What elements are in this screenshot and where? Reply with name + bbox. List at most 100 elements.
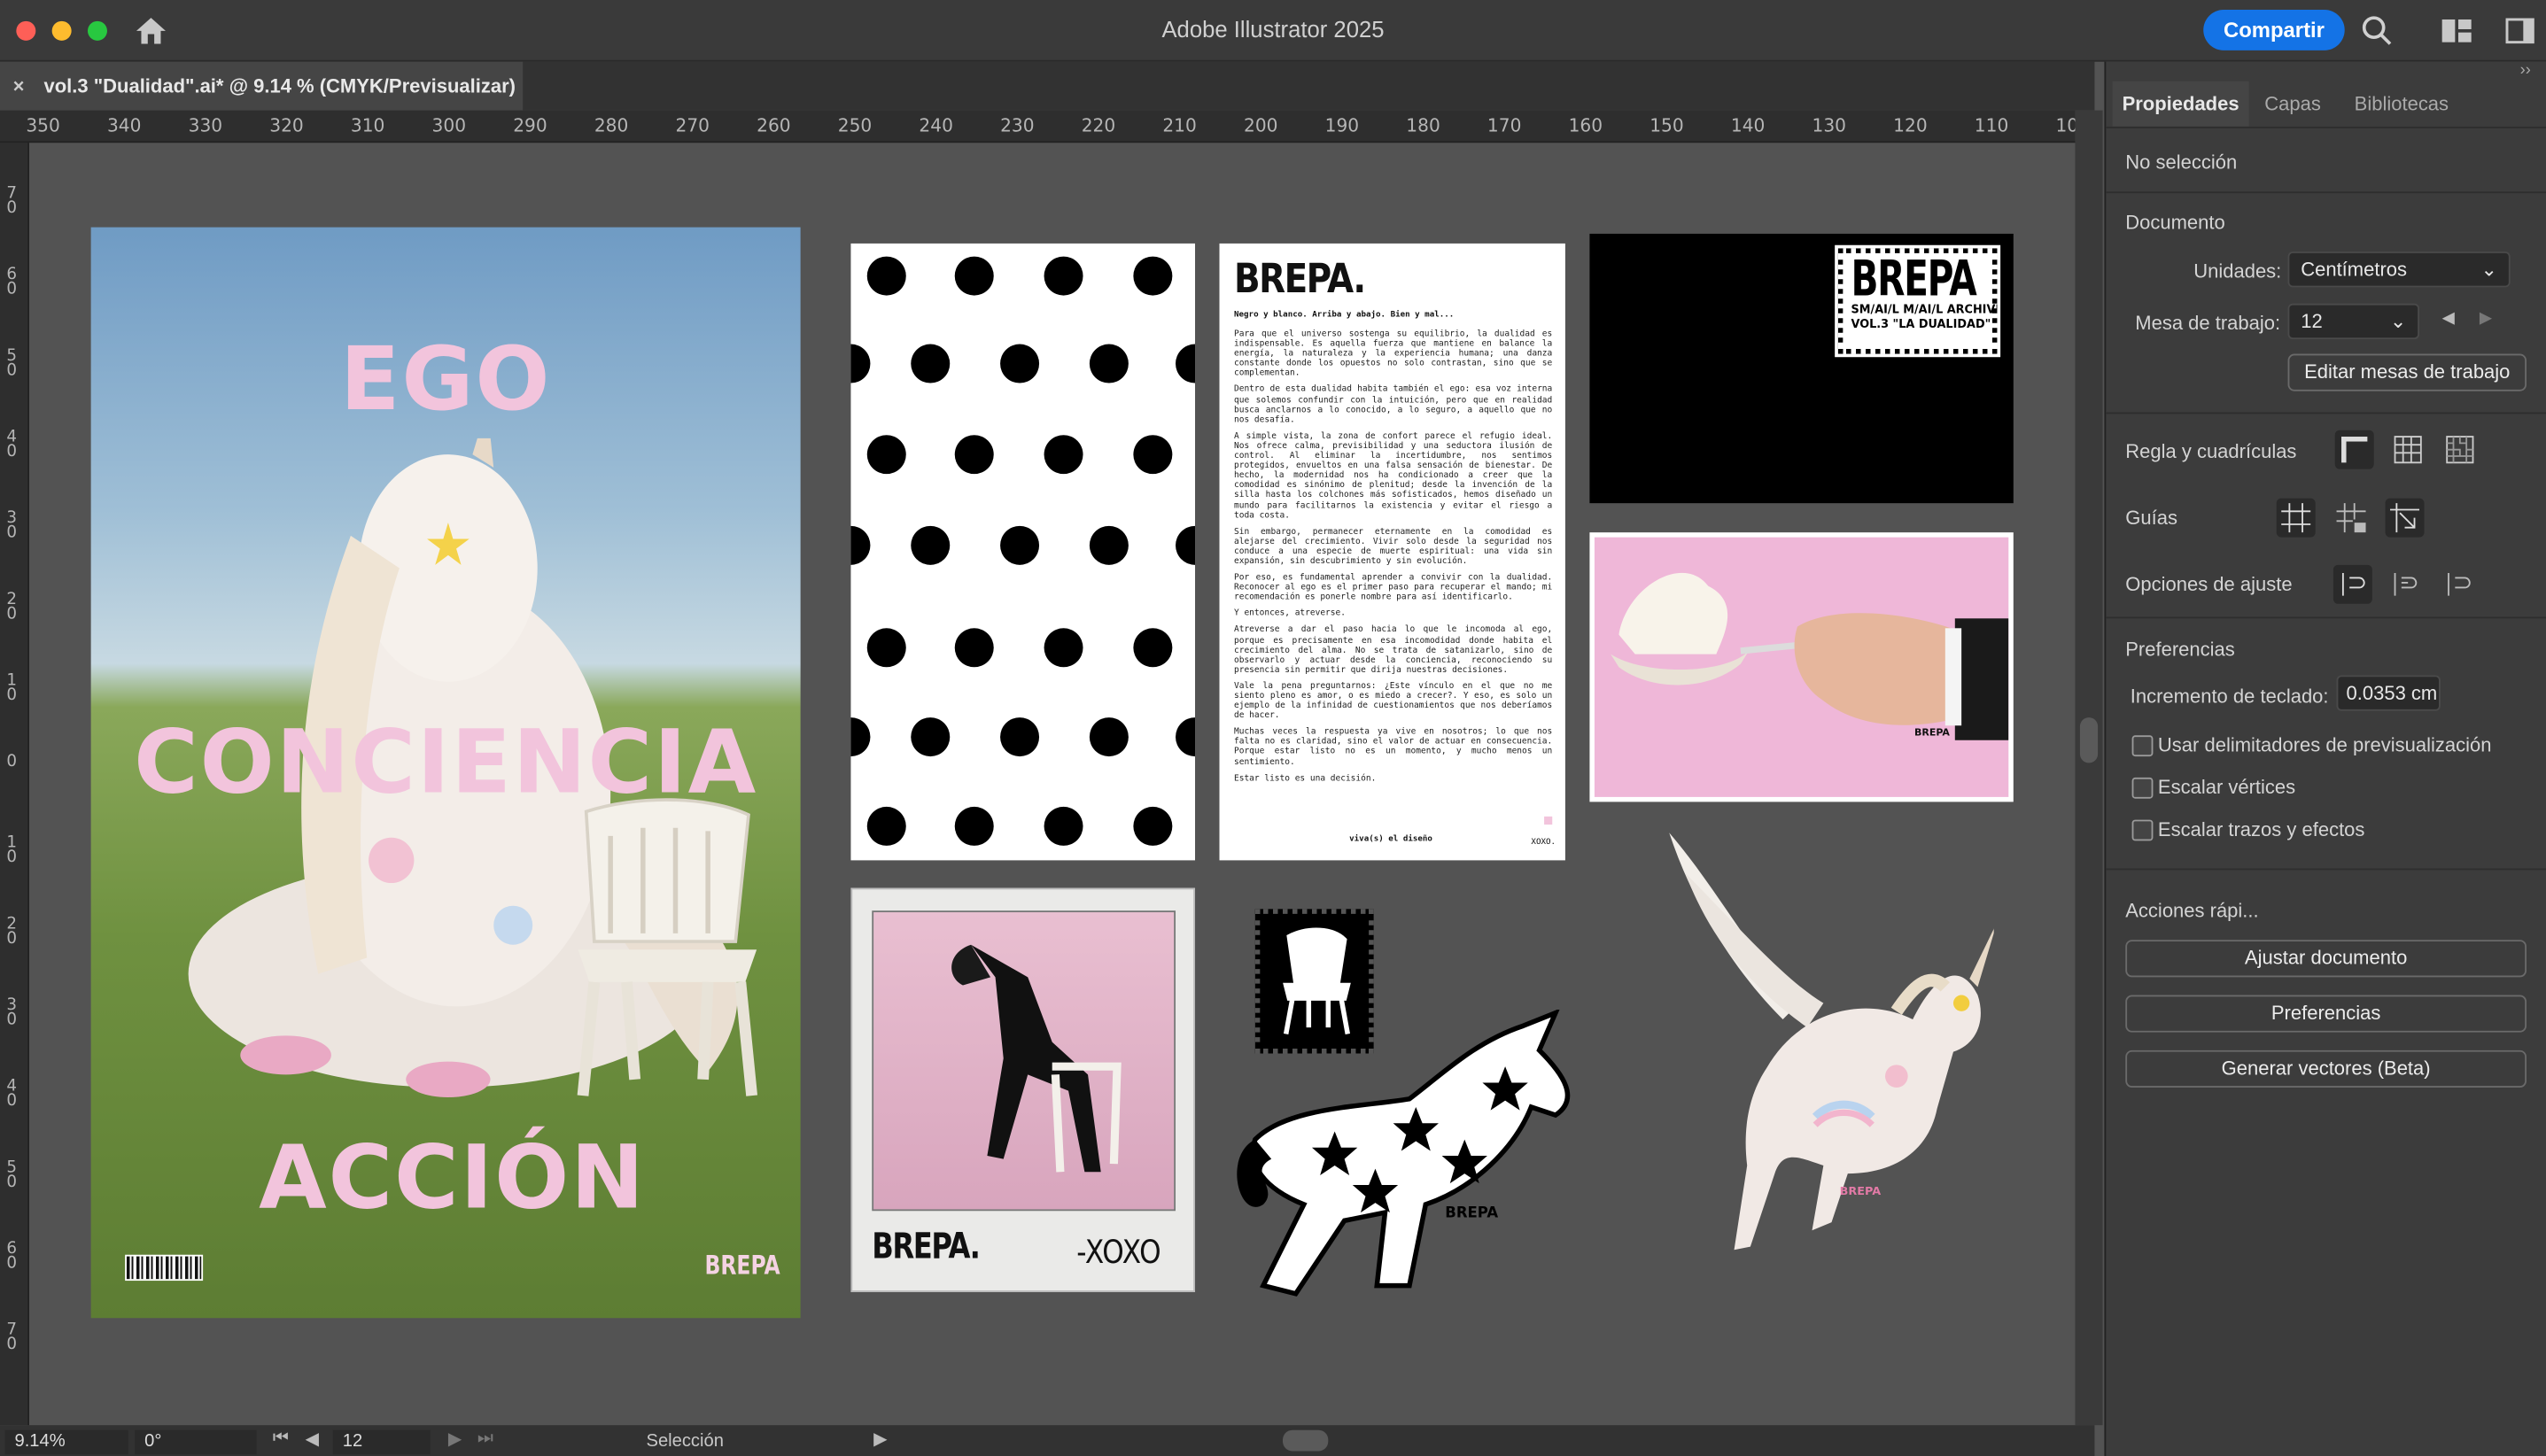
share-button[interactable]: Compartir	[2203, 9, 2345, 50]
lock-guides-icon[interactable]	[2332, 499, 2371, 538]
unidades-value: Centímetros	[2301, 258, 2408, 282]
horizontal-ruler[interactable]: 350 340 330 320 310 300 290 280 270 260 250 240 230 2…	[0, 110, 2078, 143]
vertical-scroll-thumb[interactable]	[2079, 717, 2099, 763]
ruler-tick-label: 240	[919, 115, 953, 136]
document-tab[interactable]: × vol.3 "Dualidad".ai* @ 9.14 % (CMYK/Pr…	[0, 61, 524, 111]
artboard-black-stamp[interactable]: BREPA SM/AI/L M/AI/L ARCHIVE VOL.3 "LA D…	[1589, 233, 2014, 504]
ruler-tick-label: 3 0	[6, 996, 18, 1029]
mesa-label: Mesa de trabajo:	[2135, 311, 2281, 335]
ruler-tick-label: 180	[1406, 115, 1440, 136]
ruler-tick-label: 6 0	[6, 1240, 18, 1273]
artboard-poster[interactable]: EGO CONCIENCIA ACCIÓN BREPA	[90, 227, 801, 1319]
last-artboard-icon[interactable]: ⏭	[477, 1429, 493, 1450]
stamp-badge: BREPA SM/AI/L M/AI/L ARCHIVE VOL.3 "LA D…	[1835, 244, 2003, 358]
first-artboard-icon[interactable]: ⏮	[273, 1429, 289, 1450]
incremento-input[interactable]: 0.0353 cm	[2336, 675, 2441, 711]
ajustar-documento-button[interactable]: Ajustar documento	[2125, 940, 2527, 978]
ruler-tick-label: 310	[350, 115, 385, 136]
search-icon[interactable]	[2361, 14, 2394, 47]
guias-label: Guías	[2125, 506, 2177, 530]
poster-word-ego: EGO	[339, 328, 552, 430]
prev-artboard-icon[interactable]: ◀	[306, 1429, 320, 1450]
generar-vectores-button[interactable]: Generar vectores (Beta)	[2125, 1049, 2527, 1088]
ruler-tick-label: 7 0	[6, 184, 18, 218]
snap-to-pixel-icon[interactable]	[2386, 565, 2425, 604]
app-title: Adobe Illustrator 2025	[1161, 16, 1385, 43]
unicorn-brand: BREPA	[1445, 1204, 1498, 1221]
artboard-polaroid[interactable]: BREPA. -XOXO	[850, 887, 1196, 1292]
grid-toggle-icon[interactable]	[2388, 430, 2427, 469]
ruler-toggle-icon[interactable]	[2334, 430, 2374, 469]
letter-paragraph: Por eso, es fundamental aprender a convi…	[1234, 573, 1553, 603]
letter-pink-mark	[1544, 816, 1553, 825]
editar-mesas-button[interactable]: Editar mesas de trabajo	[2287, 353, 2527, 391]
canvas[interactable]: EGO CONCIENCIA ACCIÓN BREPA BREPA. Negro…	[28, 143, 2076, 1426]
document-tab-label: vol.3 "Dualidad".ai* @ 9.14 % (CMYK/Prev…	[43, 74, 516, 97]
panel-toggle-icon[interactable]	[2503, 14, 2536, 47]
polaroid-photo	[872, 910, 1176, 1212]
letter-paragraph: Dentro de esta dualidad habita también e…	[1234, 385, 1553, 425]
illustrator-window: Adobe Illustrator 2025 Compartir × vol.3…	[0, 0, 2546, 1456]
polaroid-brand: BREPA.	[872, 1227, 981, 1268]
chevron-down-icon: ⌄	[2389, 310, 2407, 333]
panel-divider	[2106, 868, 2546, 871]
smart-guides-icon[interactable]	[2385, 498, 2425, 538]
unidades-select[interactable]: Centímetros ⌄	[2287, 252, 2511, 288]
ruler-tick-label: 260	[757, 115, 791, 136]
ruler-tick-label: 280	[594, 115, 629, 136]
ice-cream-spoon-hand	[1611, 572, 2009, 740]
documento-title: Documento	[2125, 211, 2225, 234]
close-tab-icon[interactable]: ×	[13, 62, 25, 111]
snap-to-glyph-icon[interactable]	[2439, 565, 2478, 604]
checkbox-escalar-vertices[interactable]	[2131, 777, 2154, 799]
workspace-layout-icon[interactable]	[2441, 14, 2473, 47]
ice-cream-photo: BREPA	[1594, 537, 2009, 797]
tab-bibliotecas[interactable]: Bibliotecas	[2337, 81, 2467, 127]
ruler-tick-label: 270	[675, 115, 710, 136]
ruler-tick-label: 290	[513, 115, 547, 136]
ruler-tick-label: 5 0	[6, 347, 18, 380]
mesa-select[interactable]: 12 ⌄	[2287, 303, 2420, 340]
tab-capas[interactable]: Capas	[2249, 81, 2337, 127]
check-trazos-label: Escalar trazos y efectos	[2157, 817, 2365, 841]
artboard-field[interactable]: 12	[332, 1429, 431, 1455]
artboard-ice-cream[interactable]: BREPA	[1589, 532, 2014, 802]
snap-to-point-icon[interactable]	[2333, 564, 2372, 604]
ruler-tick-label: 140	[1730, 115, 1766, 136]
horizontal-scroll-thumb[interactable]	[1282, 1429, 1329, 1452]
next-artboard-arrow-icon[interactable]: ▶	[2480, 310, 2492, 328]
ruler-tick-label: 120	[1893, 115, 1928, 136]
artboard-polka-dots[interactable]	[850, 243, 1196, 861]
preferencias-title: Preferencias	[2125, 638, 2235, 661]
vertical-ruler[interactable]: 7 0 6 0 5 0 4 0 3 0 2 0 1 0 0 1 0 2 0 3 0 4 0 5 0 6 0…	[0, 143, 29, 1426]
prev-artboard-arrow-icon[interactable]: ◀	[2442, 310, 2455, 328]
ruler-tick-label: 1 0	[6, 671, 18, 705]
pegasus-artwork[interactable]: BREPA	[1653, 825, 1994, 1312]
mesa-value: 12	[2301, 310, 2323, 333]
rotation-field[interactable]: 0°	[135, 1429, 257, 1455]
panel-collapse-icon[interactable]: ››	[2520, 62, 2531, 80]
ruler-tick-label: 220	[1081, 115, 1116, 136]
artboard-letter[interactable]: BREPA. Negro y blanco. Arriba y abajo. B…	[1219, 243, 1565, 861]
checkbox-delimitadores[interactable]	[2131, 735, 2154, 757]
vertical-scrollbar[interactable]	[2075, 110, 2103, 1426]
status-menu-icon[interactable]: ▶	[873, 1429, 888, 1450]
next-artboard-icon[interactable]: ▶	[448, 1429, 462, 1450]
zoom-field[interactable]: 9.14%	[4, 1429, 128, 1455]
ruler-tick-label: 2 0	[6, 915, 18, 949]
acciones-title: Acciones rápi...	[2125, 899, 2259, 923]
transparency-grid-icon[interactable]	[2441, 430, 2480, 469]
letter-xoxo: XOXO.	[1531, 837, 1556, 848]
letter-body: Para que el universo sostenga su equilib…	[1234, 329, 1552, 784]
stamp-brand: BREPA	[1851, 252, 1977, 309]
checkbox-escalar-trazos[interactable]	[2131, 819, 2154, 841]
polaroid-sign: -XOXO	[1076, 1232, 1161, 1272]
star-unicorn-artwork[interactable]: BREPA	[1230, 1010, 1604, 1302]
ruler-tick-label: 0	[6, 753, 18, 771]
preferencias-button[interactable]: Preferencias	[2125, 995, 2527, 1033]
panel-divider	[2106, 191, 2546, 194]
tab-propiedades[interactable]: Propiedades	[2112, 81, 2249, 127]
guides-toggle-icon[interactable]	[2276, 498, 2316, 538]
ruler-tick-label: 350	[26, 115, 60, 136]
letter-brand: BREPA.	[1234, 254, 1366, 302]
